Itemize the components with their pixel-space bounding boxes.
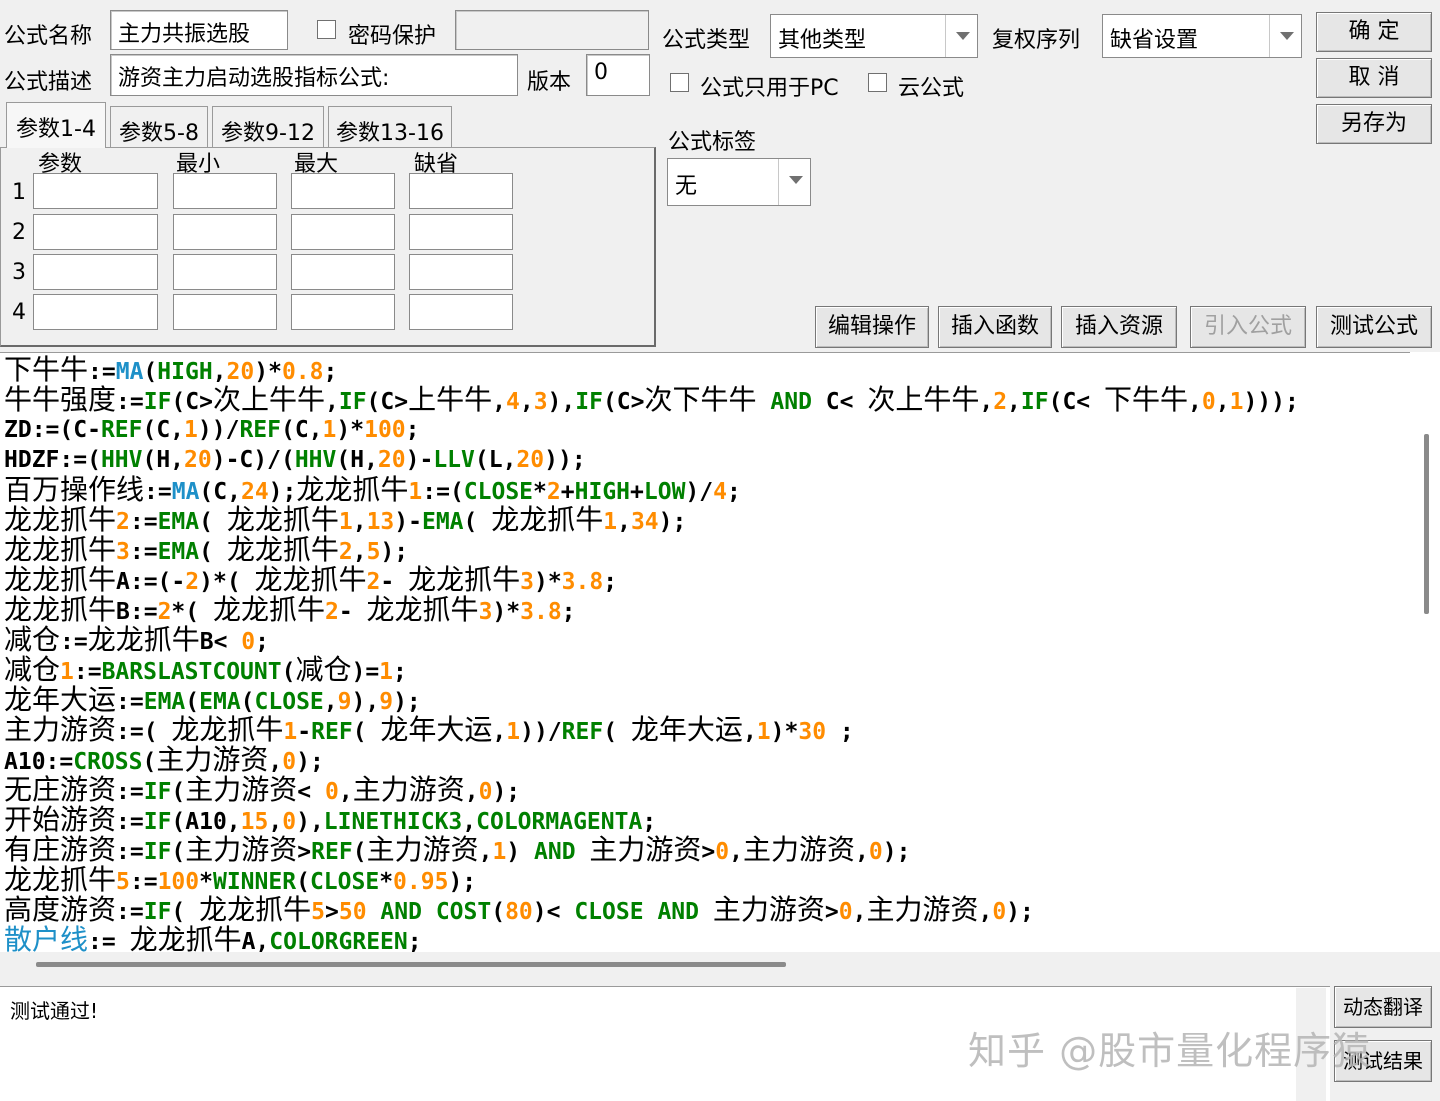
password-checkbox[interactable] [317,20,336,39]
import-formula-button: 引入公式 [1190,306,1306,348]
param-1-min[interactable] [173,173,277,209]
code-line[interactable]: 龙龙抓牛2:=EMA( 龙龙抓牛1,13)-EMA( 龙龙抓牛1,34); [4,505,686,536]
code-line[interactable]: 百万操作线:=MA(C,24);龙龙抓牛1:=(CLOSE*2+HIGH+LOW… [4,475,741,506]
formula-tag-label: 公式标签 [668,130,757,155]
tab-params-1-4[interactable]: 参数1-4 [6,102,106,148]
chevron-down-icon[interactable] [778,159,810,205]
tab-params-13-16[interactable]: 参数13-16 [328,106,452,148]
code-line[interactable]: 减仓1:=BARSLASTCOUNT(减仓)=1; [4,655,407,686]
formula-tag-value: 无 [675,174,698,199]
scroll-thumb[interactable] [1424,434,1429,614]
cancel-button[interactable]: 取 消 [1316,58,1432,98]
formula-type-label: 公式类型 [662,28,751,53]
code-line[interactable]: 减仓:=龙龙抓牛B< 0; [4,625,269,656]
formula-desc-input[interactable]: 游资主力启动选股指标公式: [110,54,518,96]
formula-type-value: 其他类型 [778,28,867,53]
param-4-default[interactable] [409,294,513,330]
formula-name-input[interactable]: 主力共振选股 [110,10,288,50]
param-2-min[interactable] [173,214,277,250]
ok-button[interactable]: 确 定 [1316,12,1432,52]
code-line[interactable]: 龙龙抓牛5:=100*WINNER(CLOSE*0.95); [4,865,476,896]
param-3-max[interactable] [291,254,395,290]
param-1-name[interactable] [33,173,158,209]
param-4-min[interactable] [173,294,277,330]
code-line[interactable]: 无庄游资:=IF(主力游资< 0,主力游资,0); [4,775,520,806]
code-line[interactable]: 主力游资:=( 龙龙抓牛1-REF( 龙年大运,1))/REF( 龙年大运,1)… [4,715,854,746]
param-4-max[interactable] [291,294,395,330]
editor-horizontal-scrollbar[interactable] [0,952,1440,978]
param-1-max[interactable] [291,173,395,209]
tab-params-9-12[interactable]: 参数9-12 [212,106,324,148]
pc-only-label: 公式只用于PC [700,76,839,101]
edit-ops-button[interactable]: 编辑操作 [815,306,929,348]
rights-label: 复权序列 [992,28,1081,53]
cloud-label: 云公式 [898,76,965,101]
code-line[interactable]: 散户线:= 龙龙抓牛A,COLORGREEN; [4,925,422,953]
code-line[interactable]: HDZF:=(HHV(H,20)-C)/(HHV(H,20)-LLV(L,20)… [4,445,586,475]
param-row-number: 1 [12,180,26,205]
param-3-default[interactable] [409,254,513,290]
param-1-default[interactable] [409,173,513,209]
code-line[interactable]: 牛牛强度:=IF(C>次上牛牛,IF(C>上牛牛,4,3),IF(C>次下牛牛 … [4,385,1299,416]
code-line[interactable]: 龙年大运:=EMA(EMA(CLOSE,9),9); [4,685,421,716]
scroll-thumb[interactable] [36,962,786,967]
param-3-min[interactable] [173,254,277,290]
password-label: 密码保护 [348,24,437,49]
param-row-number: 3 [12,260,26,285]
param-2-default[interactable] [409,214,513,250]
tab-params-5-8[interactable]: 参数5-8 [110,106,208,148]
pc-only-checkbox[interactable] [670,73,689,92]
editor-vertical-scrollbar[interactable] [1410,352,1440,952]
rights-value: 缺省设置 [1110,28,1199,53]
rights-select[interactable]: 缺省设置 [1102,14,1302,58]
version-label: 版本 [527,70,572,95]
param-4-name[interactable] [33,294,158,330]
param-2-max[interactable] [291,214,395,250]
code-line[interactable]: ZD:=(C-REF(C,1))/REF(C,1)*100; [4,415,420,445]
insert-resource-button[interactable]: 插入资源 [1061,306,1177,348]
chevron-down-icon[interactable] [1269,15,1301,57]
save-as-button[interactable]: 另存为 [1316,104,1432,144]
cloud-checkbox[interactable] [868,73,887,92]
code-line[interactable]: 龙龙抓牛3:=EMA( 龙龙抓牛2,5); [4,535,408,566]
watermark: 知乎 @股市量化程序猿 [968,1029,1372,1073]
code-line[interactable]: 龙龙抓牛A:=(-2)*( 龙龙抓牛2- 龙龙抓牛3)*3.8; [4,565,617,596]
param-row-number: 2 [12,220,26,245]
code-line[interactable]: 下牛牛:=MA(HIGH,20)*0.8; [4,355,337,386]
param-2-name[interactable] [33,214,158,250]
formula-type-select[interactable]: 其他类型 [770,14,978,58]
code-editor[interactable]: 下牛牛:=MA(HIGH,20)*0.8; 牛牛强度:=IF(C>次上牛牛,IF(… [0,352,1410,952]
code-line[interactable]: 高度游资:=IF( 龙龙抓牛5>50 AND COST(80)< CLOSE A… [4,895,1034,926]
test-formula-button[interactable]: 测试公式 [1316,306,1432,348]
formula-desc-label: 公式描述 [4,70,93,95]
password-input [455,10,649,50]
code-line[interactable]: A10:=CROSS(主力游资,0); [4,745,324,776]
code-line[interactable]: 龙龙抓牛B:=2*( 龙龙抓牛2- 龙龙抓牛3)*3.8; [4,595,576,626]
code-line[interactable]: 开始游资:=IF(A10,15,0),LINETHICK3,COLORMAGEN… [4,805,656,836]
insert-function-button[interactable]: 插入函数 [938,306,1052,348]
formula-name-label: 公式名称 [4,24,93,49]
param-3-name[interactable] [33,254,158,290]
formula-tag-select[interactable]: 无 [667,158,811,206]
param-row-number: 4 [12,300,26,325]
version-input[interactable]: 0 [586,54,650,96]
chevron-down-icon[interactable] [945,15,977,57]
test-output-message: 测试通过! [10,999,99,1023]
code-line[interactable]: 有庄游资:=IF(主力游资>REF(主力游资,1) AND 主力游资>0,主力游… [4,835,910,866]
